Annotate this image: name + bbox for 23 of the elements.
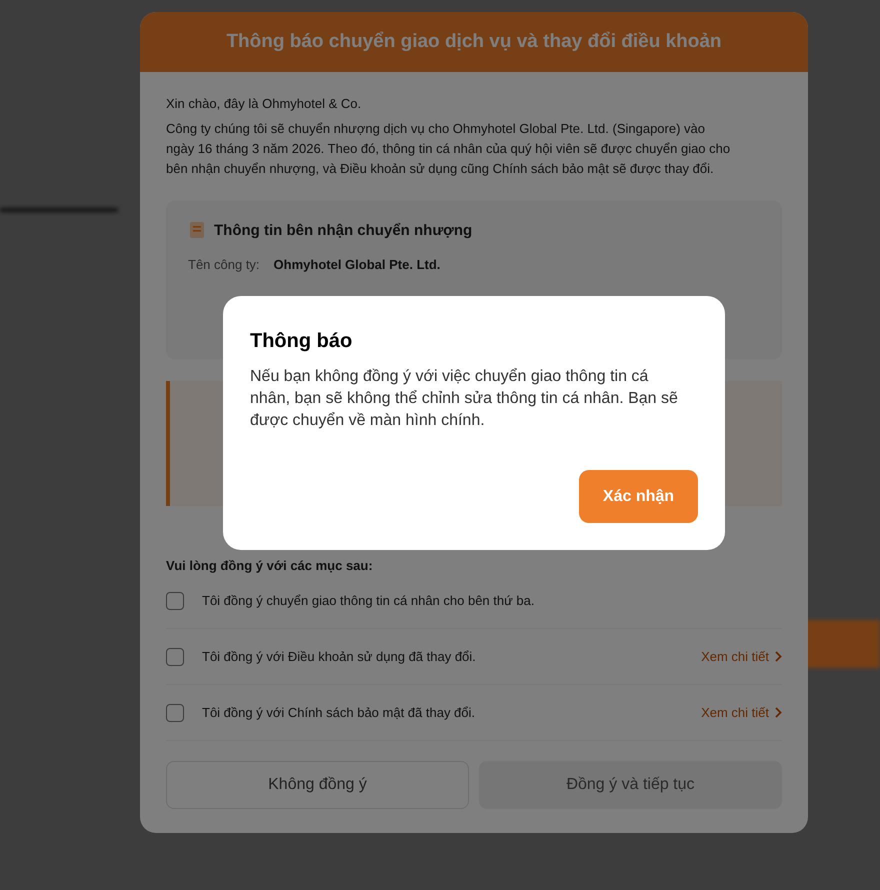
greeting-text: Xin chào, đây là Ohmyhotel & Co.	[166, 95, 362, 113]
consent-label: Tôi đồng ý chuyển giao thông tin cá nhân cho bên thứ ba.	[202, 593, 536, 608]
document-icon	[188, 221, 206, 239]
alert-message: Nếu bạn không đồng ý với việc chuyển giao thông tin cá nhân, bạn sẽ không thể chỉnh sửa thông tin cá nhân. Bạn sẽ được chuyển về màn hình chính.	[250, 367, 679, 431]
details-link[interactable]: Xem chi tiết	[701, 705, 769, 720]
checkbox[interactable]	[166, 592, 184, 610]
checkbox[interactable]	[166, 648, 184, 666]
alert-title: Thông báo	[250, 330, 354, 353]
agree-button[interactable]: Đồng ý và tiếp tục	[479, 761, 782, 809]
recipient-title: Thông tin bên nhận chuyển nhượng	[214, 222, 472, 238]
intro-text: Công ty chúng tôi sẽ chuyển nhượng dịch vụ cho Ohmyhotel Global Pte. Ltd. (Singapore) vào ngày 16 tháng 3 năm 2026. Theo đó, thông tin cá nhân của quý hội viên sẽ được chuyển giao cho bên nhận chuyển nhượng, và Điều khoản sử dụng cũng Chính sách bảo mật sẽ được thay đổi.	[166, 120, 731, 178]
dialog-title: Thông báo chuyển giao dịch vụ và thay đổi điều khoản	[140, 12, 808, 72]
checkbox[interactable]	[166, 704, 184, 722]
consent-label: Tôi đồng ý với Điều khoản sử dụng đã thay đổi.	[202, 649, 477, 664]
consent-heading: Vui lòng đồng ý với các mục sau:	[166, 558, 374, 573]
field-value: Ohmyhotel Global Pte. Ltd.	[274, 257, 440, 272]
consent-label: Tôi đồng ý với Chính sách bảo mật đã thay đổi.	[202, 705, 476, 720]
decline-button[interactable]: Không đồng ý	[166, 761, 469, 809]
chevron-right-icon	[775, 651, 782, 662]
details-link[interactable]: Xem chi tiết	[701, 649, 769, 664]
chevron-right-icon	[775, 707, 782, 718]
confirm-button[interactable]: Xác nhận	[579, 470, 698, 523]
field-label: Tên công ty:	[188, 257, 260, 272]
